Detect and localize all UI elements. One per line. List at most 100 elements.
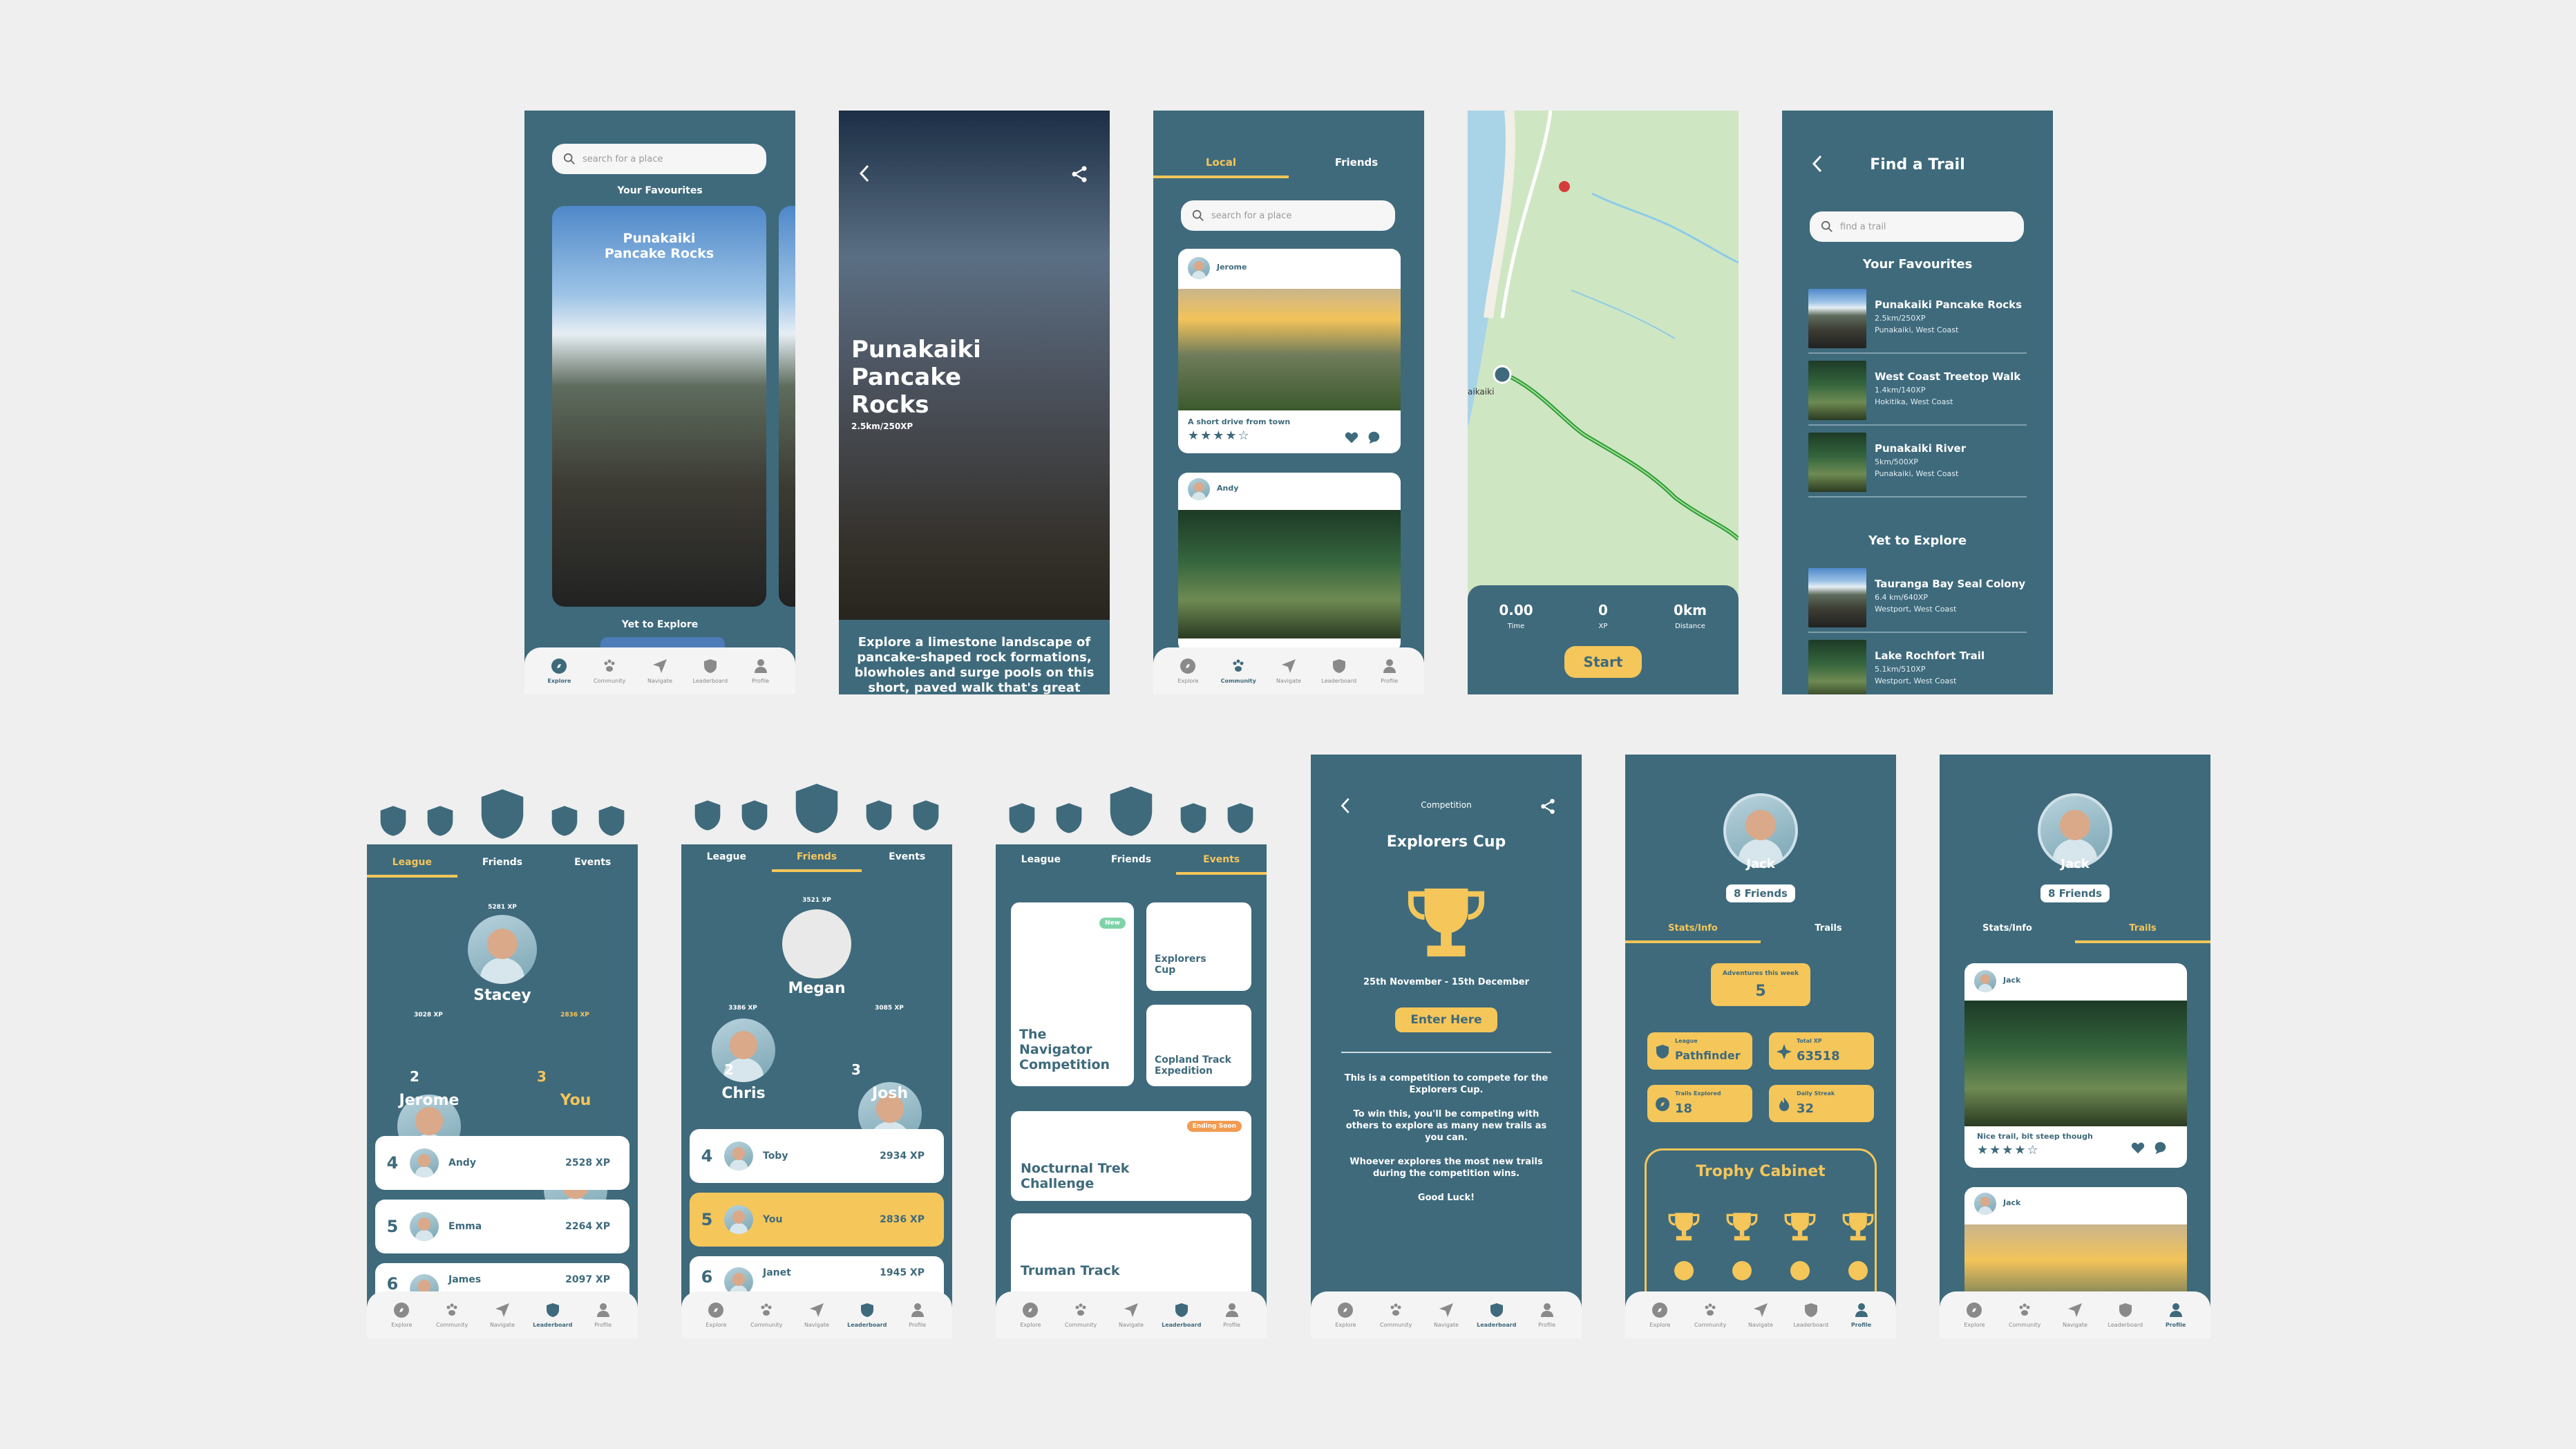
back-chevron-icon[interactable]	[857, 163, 873, 184]
search-input[interactable]: find a trail	[1810, 211, 2024, 242]
tab-trails[interactable]: Trails	[2075, 923, 2210, 943]
tab-local[interactable]: Local	[1153, 156, 1289, 178]
nav-profile[interactable]: Profile	[583, 1302, 624, 1328]
tab-events[interactable]: Events	[862, 851, 952, 872]
tab-league[interactable]: League	[996, 854, 1086, 875]
nav-community[interactable]: Community	[2004, 1302, 2045, 1328]
trail-list-item[interactable]: Lake Rochfort Trail 5.1km/510XP Westport,…	[1808, 634, 2027, 694]
heart-icon[interactable]	[1344, 430, 1359, 445]
nav-navigate[interactable]: Navigate	[639, 658, 681, 684]
nav-community[interactable]: Community	[1060, 1302, 1101, 1328]
nav-leaderboard[interactable]: Leaderboard	[532, 1302, 574, 1328]
nav-leaderboard[interactable]: Leaderboard	[1161, 1302, 1202, 1328]
search-placeholder: search for a place	[1211, 210, 1292, 221]
trail-list-item[interactable]: Punakaiki River 5km/500XP Punakaiki, West…	[1808, 427, 2027, 498]
nav-profile[interactable]: Profile	[740, 658, 782, 684]
event-card[interactable]: Truman Track	[1011, 1213, 1251, 1303]
trail-list-item[interactable]: Tauranga Bay Seal Colony 6.4 km/640XP Wes…	[1808, 562, 2027, 633]
comment-icon[interactable]	[1366, 430, 1381, 445]
favourite-card[interactable]: Punakaiki Pancake Rocks	[552, 206, 766, 607]
share-icon[interactable]	[1070, 164, 1089, 184]
nav-profile[interactable]: Profile	[1526, 1302, 1568, 1328]
search-input[interactable]: search for a place	[1181, 200, 1395, 231]
nav-explore[interactable]: Explore	[1325, 1302, 1366, 1328]
nav-navigate[interactable]: Navigate	[1426, 1302, 1467, 1328]
trail-list-item[interactable]: Punakaiki Pancake Rocks 2.5km/250XP Punak…	[1808, 283, 2027, 354]
nav-explore[interactable]: Explore	[1953, 1302, 1995, 1328]
bottom-nav: Explore Community Navigate Leaderboard P…	[1940, 1291, 2210, 1338]
nav-profile[interactable]: Profile	[1369, 658, 1410, 684]
tab-friends[interactable]: Friends	[771, 851, 862, 872]
tab-friends[interactable]: Friends	[1289, 156, 1424, 178]
nav-explore[interactable]: Explore	[695, 1302, 737, 1328]
post-card[interactable]: Andy	[1178, 473, 1401, 652]
share-icon[interactable]	[1539, 797, 1557, 815]
nav-leaderboard[interactable]: Leaderboard	[2105, 1302, 2146, 1328]
event-card[interactable]: Copland Track Expedition	[1146, 1005, 1251, 1086]
nav-community[interactable]: Community	[1375, 1302, 1417, 1328]
event-card[interactable]: Ending Soon Nocturnal Trek Challenge	[1011, 1111, 1251, 1201]
tab-friends[interactable]: Friends	[1086, 854, 1177, 875]
medal-icon	[1790, 1261, 1810, 1280]
leaderboard-row[interactable]: 5 Emma 2264 XP	[375, 1200, 629, 1253]
start-button[interactable]: Start	[1564, 646, 1642, 678]
nav-community[interactable]: Community	[1689, 1302, 1731, 1328]
nav-explore[interactable]: Explore	[1010, 1302, 1051, 1328]
nav-explore[interactable]: Explore	[381, 1302, 422, 1328]
trail-thumbnail	[1808, 568, 1866, 627]
tab-stats[interactable]: Stats/Info	[1625, 923, 1761, 943]
nav-navigate[interactable]: Navigate	[1110, 1302, 1152, 1328]
tab-events[interactable]: Events	[547, 857, 638, 878]
nav-profile[interactable]: Profile	[1211, 1302, 1253, 1328]
second-rank: 2	[410, 1068, 419, 1085]
person-icon	[1855, 1303, 1868, 1317]
comment-icon[interactable]	[2152, 1140, 2168, 1155]
post-card[interactable]: Jerome A short drive from town ★★★★☆	[1178, 249, 1401, 453]
friends-count[interactable]: 8 Friends	[1726, 884, 1795, 902]
leaderboard-row[interactable]: 4 Andy 2528 XP	[375, 1136, 629, 1190]
nav-profile[interactable]: Profile	[897, 1302, 938, 1328]
event-card[interactable]: Explorers Cup	[1146, 902, 1251, 991]
nav-explore[interactable]: Explore	[1167, 658, 1209, 684]
nav-label: Community	[1220, 678, 1256, 684]
tab-trails[interactable]: Trails	[1761, 923, 1896, 943]
tab-stats[interactable]: Stats/Info	[1940, 923, 2075, 943]
trail-map[interactable]	[1468, 111, 1739, 594]
nav-navigate[interactable]: Navigate	[796, 1302, 837, 1328]
nav-community[interactable]: Community	[1218, 658, 1259, 684]
favourites-heading: Your Favourites	[1862, 257, 1973, 272]
tab-events[interactable]: Events	[1176, 854, 1267, 875]
nav-leaderboard[interactable]: Leaderboard	[1318, 658, 1360, 684]
nav-navigate[interactable]: Navigate	[482, 1302, 523, 1328]
nav-leaderboard[interactable]: Leaderboard	[846, 1302, 888, 1328]
trail-list-item[interactable]: West Coast Treetop Walk 1.4km/140XP Hokit…	[1808, 355, 2027, 426]
nav-explore[interactable]: Explore	[1639, 1302, 1680, 1328]
tab-league[interactable]: League	[681, 851, 772, 872]
enter-button[interactable]: Enter Here	[1395, 1007, 1497, 1032]
event-card[interactable]: New The Navigator Competition	[1011, 902, 1134, 1086]
post-card[interactable]: Jack Nice trail, bit steep though ★★★★☆	[1964, 963, 2187, 1168]
nav-navigate[interactable]: Navigate	[2054, 1302, 2096, 1328]
nav-explore[interactable]: Explore	[538, 658, 580, 684]
nav-label: Leaderboard	[1321, 678, 1357, 684]
leaderboard-row-you[interactable]: 5 You 2836 XP	[690, 1193, 944, 1247]
nav-leaderboard[interactable]: Leaderboard	[1476, 1302, 1517, 1328]
nav-community[interactable]: Community	[746, 1302, 787, 1328]
next-favourite-card[interactable]	[779, 206, 795, 607]
nav-leaderboard[interactable]: Leaderboard	[1790, 1302, 1832, 1328]
nav-navigate[interactable]: Navigate	[1268, 658, 1309, 684]
leaderboard-tabs: League Friends Events	[367, 857, 638, 878]
nav-profile[interactable]: Profile	[2155, 1302, 2197, 1328]
nav-navigate[interactable]: Navigate	[1740, 1302, 1781, 1328]
nav-leaderboard[interactable]: Leaderboard	[690, 658, 731, 684]
nav-profile[interactable]: Profile	[1841, 1302, 1882, 1328]
search-input[interactable]: search for a place	[552, 144, 766, 174]
friends-count[interactable]: 8 Friends	[2040, 884, 2110, 902]
tab-friends[interactable]: Friends	[457, 857, 548, 878]
nav-community[interactable]: Community	[589, 658, 630, 684]
tab-league[interactable]: League	[367, 857, 457, 878]
nav-community[interactable]: Community	[431, 1302, 473, 1328]
heart-icon[interactable]	[2130, 1140, 2146, 1155]
leaderboard-row[interactable]: 4 Toby 2934 XP	[690, 1129, 944, 1183]
row-name: You	[763, 1214, 783, 1225]
